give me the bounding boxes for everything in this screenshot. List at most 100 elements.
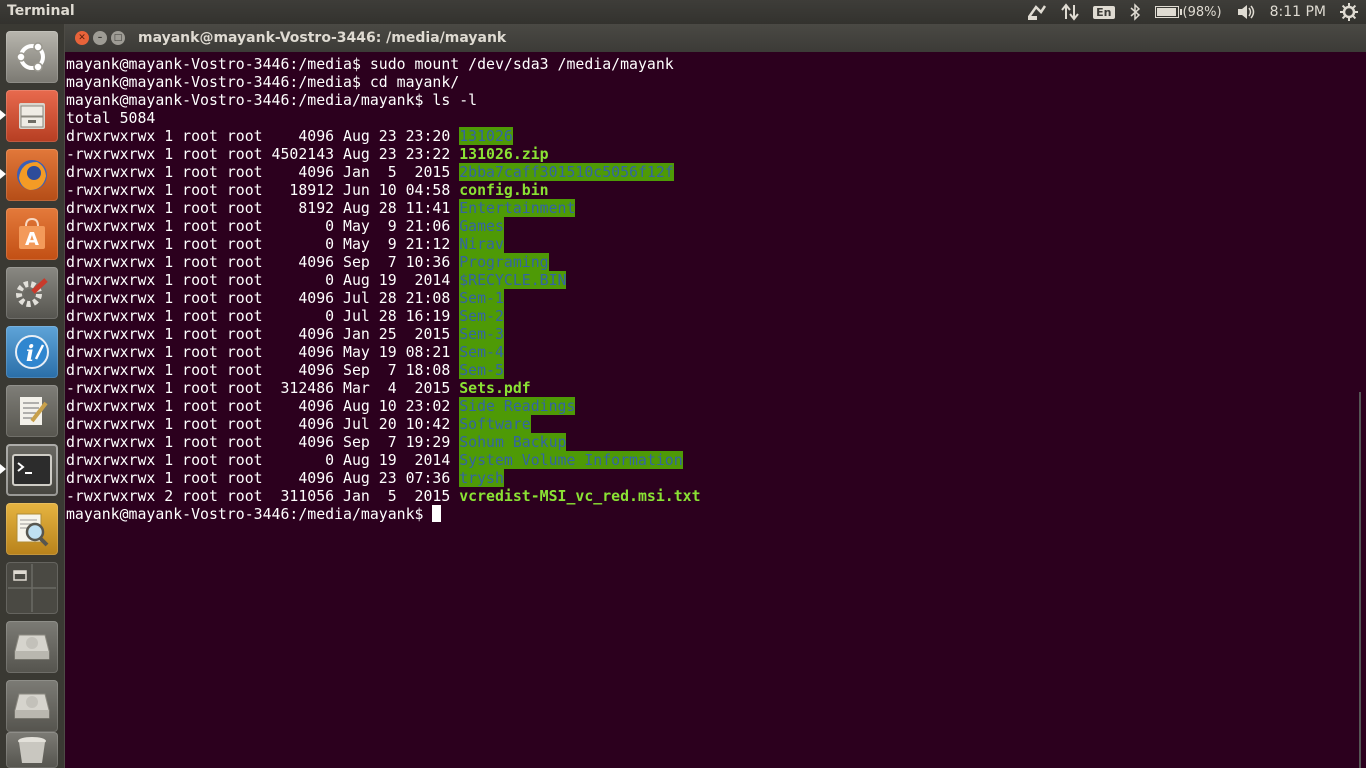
battery-fill: [1156, 8, 1177, 16]
terminal-window: ✕ – □ mayank@mayank-Vostro-3446: /media/…: [65, 24, 1366, 768]
terminal-line: drwxrwxrwx 1 root root 4096 Jul 20 10:42…: [66, 415, 1354, 433]
terminal-line: -rwxrwxrwx 1 root root 312486 Mar 4 2015…: [66, 379, 1354, 397]
directory-name: Sem-1: [459, 289, 504, 307]
launcher-software-center[interactable]: A: [6, 208, 58, 260]
terminal-line: -rwxrwxrwx 1 root root 4502143 Aug 23 23…: [66, 145, 1354, 163]
terminal-line: drwxrwxrwx 1 root root 4096 Sep 7 19:29 …: [66, 433, 1354, 451]
power-gear-icon[interactable]: [1340, 3, 1358, 21]
window-title: mayank@mayank-Vostro-3446: /media/mayank: [138, 30, 507, 46]
terminal-line: mayank@mayank-Vostro-3446:/media$ sudo m…: [66, 55, 1354, 73]
line-text: mayank@mayank-Vostro-3446:/media/mayank$…: [66, 91, 478, 109]
window-titlebar[interactable]: ✕ – □ mayank@mayank-Vostro-3446: /media/…: [65, 24, 1366, 52]
terminal-line: drwxrwxrwx 1 root root 4096 Sep 7 18:08 …: [66, 361, 1354, 379]
directory-name: Programing: [459, 253, 549, 271]
top-panel: Terminal En (98%) 8:11 PM: [0, 0, 1366, 24]
terminal-scrollbar[interactable]: [1359, 62, 1361, 768]
magnifier-document-icon: [6, 503, 58, 555]
directory-name: Software: [459, 415, 531, 433]
svg-text:A: A: [25, 229, 39, 250]
directory-name: 2bba7caff301510c5056f12f: [459, 163, 674, 181]
file-name: Sets.pdf: [459, 379, 531, 397]
clock[interactable]: 8:11 PM: [1270, 4, 1326, 20]
launcher-document-viewer[interactable]: [6, 503, 58, 555]
launcher-files[interactable]: [6, 90, 58, 142]
line-text: total 5084: [66, 109, 156, 127]
line-text: -rwxrwxrwx 1 root root 312486 Mar 4 2015: [66, 379, 460, 397]
line-text: drwxrwxrwx 1 root root 4096 Aug 10 23:02: [66, 397, 460, 415]
line-text: drwxrwxrwx 1 root root 0 May 9 21:06: [66, 217, 460, 235]
line-text: drwxrwxrwx 1 root root 4096 Sep 7 19:29: [66, 433, 460, 451]
text-cursor: [432, 505, 442, 522]
directory-name: Nirav: [459, 235, 504, 253]
line-text: mayank@mayank-Vostro-3446:/media$ sudo m…: [66, 55, 674, 73]
running-indicator: [0, 169, 6, 179]
notepad-pencil-icon: [6, 385, 58, 437]
terminal-line: drwxrwxrwx 1 root root 4096 Aug 23 07:36…: [66, 469, 1354, 487]
terminal-line: drwxrwxrwx 1 root root 4096 Sep 7 10:36 …: [66, 253, 1354, 271]
directory-name: Sem-2: [459, 307, 504, 325]
terminal-line: mayank@mayank-Vostro-3446:/media$ cd may…: [66, 73, 1354, 91]
line-text: drwxrwxrwx 1 root root 4096 Jan 25 2015: [66, 325, 460, 343]
transfer-arrows-icon[interactable]: [1061, 3, 1079, 21]
shopping-bag-icon: A: [6, 208, 58, 260]
indicator-area: En (98%) 8:11 PM: [1027, 0, 1366, 24]
close-icon[interactable]: ✕: [75, 31, 89, 45]
file-cabinet-icon: [6, 90, 58, 142]
terminal-line: drwxrwxrwx 1 root root 0 Aug 19 2014 Sys…: [66, 451, 1354, 469]
prompt-text: mayank@mayank-Vostro-3446:/media/mayank$: [66, 505, 433, 523]
svg-text:i: i: [26, 341, 34, 367]
line-text: drwxrwxrwx 1 root root 0 Aug 19 2014: [66, 451, 460, 469]
launcher-drive-1[interactable]: [6, 621, 58, 673]
terminal-line: drwxrwxrwx 1 root root 0 May 9 21:12 Nir…: [66, 235, 1354, 253]
info-updater-icon: i: [6, 326, 58, 378]
battery-icon: [1154, 6, 1182, 18]
minimize-icon[interactable]: –: [93, 31, 107, 45]
line-text: drwxrwxrwx 1 root root 4096 Jul 28 21:08: [66, 289, 460, 307]
terminal-line: total 5084: [66, 109, 1354, 127]
launcher-text-editor[interactable]: [6, 385, 58, 437]
line-text: drwxrwxrwx 1 root root 8192 Aug 28 11:41: [66, 199, 460, 217]
directory-name: Sem-5: [459, 361, 504, 379]
line-text: drwxrwxrwx 1 root root 4096 May 19 08:21: [66, 343, 460, 361]
keyboard-layout-indicator[interactable]: En: [1093, 5, 1115, 19]
file-name: 131026.zip: [459, 145, 549, 163]
launcher-software-updater[interactable]: i: [6, 326, 58, 378]
launcher-terminal[interactable]: [6, 444, 58, 496]
network-settings-icon[interactable]: [1027, 3, 1047, 21]
terminal-line: drwxrwxrwx 1 root root 0 Jul 28 16:19 Se…: [66, 307, 1354, 325]
line-text: -rwxrwxrwx 2 root root 311056 Jan 5 2015: [66, 487, 460, 505]
hard-drive-icon: [6, 621, 58, 673]
launcher-system-settings[interactable]: [6, 267, 58, 319]
directory-name: Sem-3: [459, 325, 504, 343]
launcher-drive-2[interactable]: [6, 680, 58, 732]
terminal-line: drwxrwxrwx 1 root root 8192 Aug 28 11:41…: [66, 199, 1354, 217]
battery-percent: (98%): [1182, 4, 1222, 20]
terminal-line: drwxrwxrwx 1 root root 4096 Jan 25 2015 …: [66, 325, 1354, 343]
launcher: A i: [0, 24, 65, 768]
line-text: drwxrwxrwx 1 root root 0 Aug 19 2014: [66, 271, 460, 289]
launcher-trash[interactable]: [6, 732, 58, 768]
line-text: drwxrwxrwx 1 root root 4096 Sep 7 10:36: [66, 253, 460, 271]
directory-name: Side Readings: [459, 397, 576, 415]
trash-icon: [6, 732, 58, 768]
workspaces-icon: [6, 562, 58, 614]
file-name: vcredist-MSI_vc_red.msi.txt: [459, 487, 701, 505]
line-text: drwxrwxrwx 1 root root 0 Jul 28 16:19: [66, 307, 460, 325]
ubuntu-logo-icon: [6, 31, 58, 83]
terminal-output[interactable]: mayank@mayank-Vostro-3446:/media$ sudo m…: [66, 55, 1354, 523]
battery-indicator[interactable]: (98%): [1154, 4, 1222, 20]
directory-name: Sem-4: [459, 343, 504, 361]
line-text: mayank@mayank-Vostro-3446:/media$ cd may…: [66, 73, 460, 91]
terminal-line: drwxrwxrwx 1 root root 4096 Aug 10 23:02…: [66, 397, 1354, 415]
launcher-dash-home[interactable]: [6, 31, 58, 83]
directory-name: Games: [459, 217, 504, 235]
bluetooth-icon[interactable]: [1129, 3, 1141, 21]
launcher-firefox[interactable]: [6, 149, 58, 201]
hard-drive-icon: [6, 680, 58, 732]
maximize-icon[interactable]: □: [111, 31, 125, 45]
keyboard-layout-label: En: [1093, 5, 1115, 19]
launcher-workspace-switcher[interactable]: [6, 562, 58, 614]
prompt-line[interactable]: mayank@mayank-Vostro-3446:/media/mayank$: [66, 505, 1354, 523]
line-text: drwxrwxrwx 1 root root 4096 Aug 23 23:20: [66, 127, 460, 145]
volume-icon[interactable]: [1236, 3, 1256, 21]
